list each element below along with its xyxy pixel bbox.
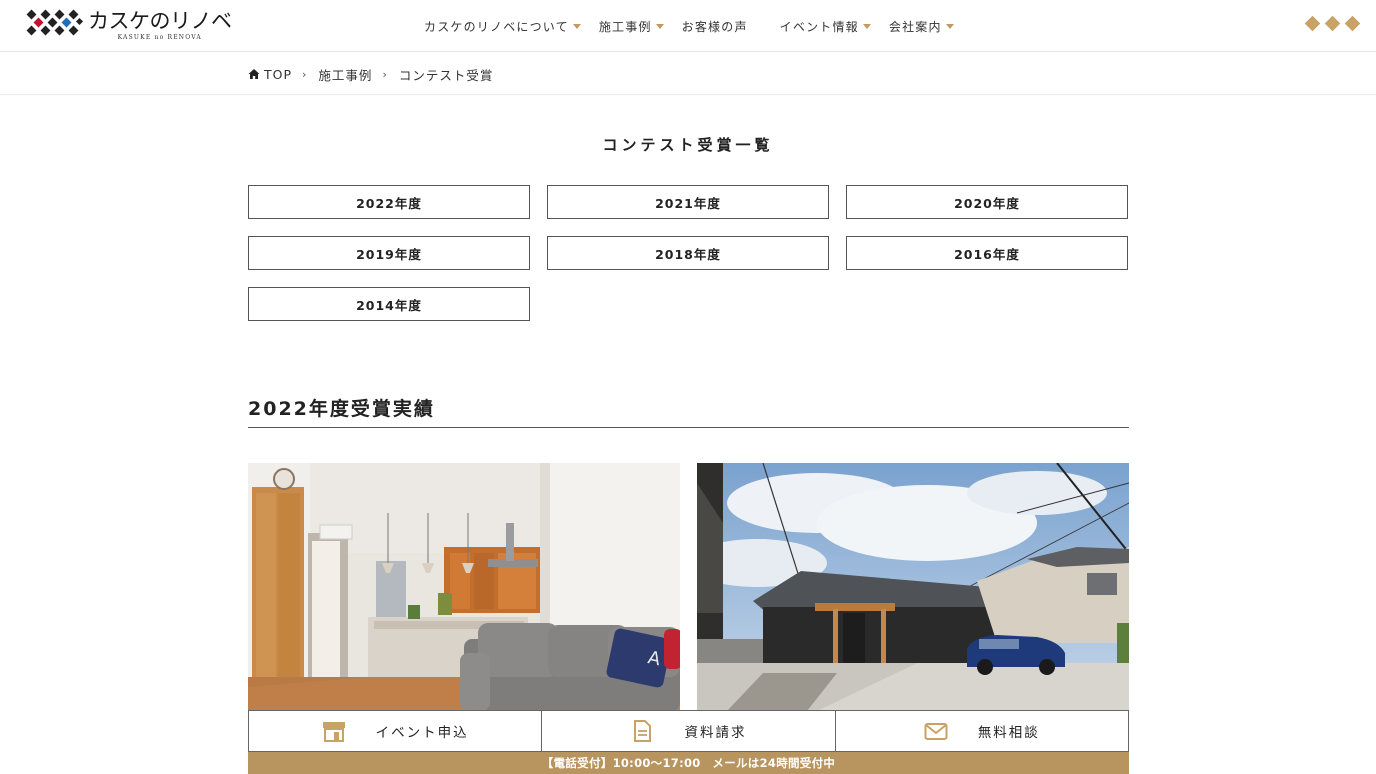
free-consult-button[interactable]: 無料相談 (836, 711, 1128, 751)
global-nav: カスケのリノベについて 施工事例 お客様の声 イベント情報 会社案内 (424, 0, 972, 52)
chevron-right-icon: › (302, 67, 308, 81)
year-button-2016[interactable]: 2016年度 (846, 236, 1128, 270)
exterior-photo-image (697, 463, 1129, 711)
year-button-2018[interactable]: 2018年度 (547, 236, 829, 270)
interior-photo-image: A (248, 463, 680, 711)
nav-item-works[interactable]: 施工事例 (599, 18, 664, 35)
year-button-2021[interactable]: 2021年度 (547, 185, 829, 219)
cta-bar: イベント申込 資料請求 無料相談 (248, 710, 1129, 752)
event-apply-label: イベント申込 (375, 725, 469, 741)
breadcrumb-works-link[interactable]: 施工事例 (318, 65, 372, 84)
event-apply-button[interactable]: イベント申込 (249, 711, 543, 751)
diamond-icon (1344, 15, 1361, 32)
year-button-2019[interactable]: 2019年度 (248, 236, 530, 270)
site-header: カスケのリノベ KASUKE no RENOVA カスケのリノベについて 施工事… (0, 0, 1376, 52)
year-button-2022[interactable]: 2022年度 (248, 185, 530, 219)
nav-item-company[interactable]: 会社案内 (889, 18, 954, 35)
caret-down-icon (945, 24, 954, 29)
logo-mark-icon (26, 9, 84, 36)
nav-item-label: 施工事例 (598, 19, 652, 34)
docs-request-label: 資料請求 (684, 725, 747, 741)
caret-down-icon (572, 24, 581, 29)
document-icon (634, 720, 652, 742)
nav-item-about[interactable]: カスケのリノベについて (424, 18, 581, 35)
page-title: コンテスト受賞一覧 (602, 136, 774, 154)
breadcrumb-bar: TOP › 施工事例 › コンテスト受賞 (0, 53, 1376, 95)
award-photo-interior[interactable]: A (248, 463, 680, 711)
section-heading: 2022年度受賞実績 (248, 398, 435, 420)
nav-item-label: イベント情報 (779, 19, 859, 34)
nav-item-events[interactable]: イベント情報 (780, 18, 871, 35)
docs-request-button[interactable]: 資料請求 (542, 711, 836, 751)
tel-hours-bar: 【電話受付】10:00〜17:00 メールは24時間受付中 (248, 752, 1129, 774)
logo-subtitle: KASUKE no RENOVA (117, 34, 202, 41)
caret-down-icon (655, 24, 664, 29)
breadcrumb-current: コンテスト受賞 (398, 67, 494, 83)
nav-item-label: 会社案内 (888, 19, 942, 34)
logo-name: カスケのリノベ (88, 9, 232, 33)
nav-item-label: お客様の声 (681, 19, 748, 34)
logo-text: カスケのリノベ KASUKE no RENOVA (88, 9, 232, 41)
award-photo-exterior[interactable] (697, 463, 1129, 711)
shop-icon (322, 722, 345, 742)
year-button-2014[interactable]: 2014年度 (248, 287, 530, 321)
nav-item-voices[interactable]: お客様の声 (682, 18, 748, 35)
caret-down-icon (862, 24, 871, 29)
site-logo[interactable]: カスケのリノベ KASUKE no RENOVA (26, 9, 232, 43)
diamond-icon (1304, 15, 1321, 32)
mail-icon (924, 723, 948, 740)
free-consult-label: 無料相談 (977, 725, 1040, 741)
year-button-2020[interactable]: 2020年度 (846, 185, 1128, 219)
home-icon (248, 69, 260, 79)
chevron-right-icon: › (382, 67, 388, 81)
diamond-icon (1324, 15, 1341, 32)
breadcrumb: TOP › 施工事例 › コンテスト受賞 (248, 53, 493, 95)
breadcrumb-home-link[interactable]: TOP (264, 67, 292, 82)
nav-item-label: カスケのリノベについて (424, 19, 569, 34)
menu-toggle-button[interactable] (1298, 15, 1361, 32)
heading-divider (248, 427, 1129, 428)
